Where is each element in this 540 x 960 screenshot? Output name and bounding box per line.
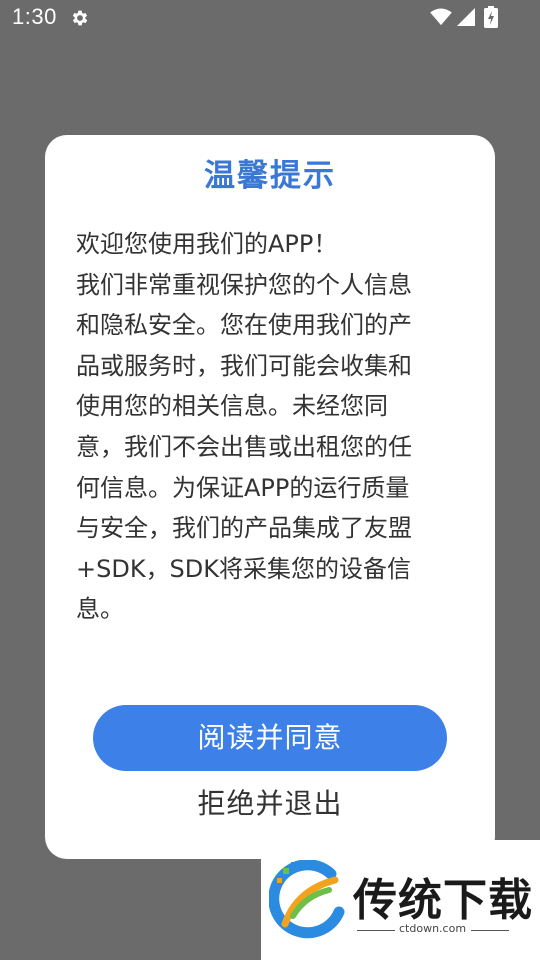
gear-icon (72, 10, 88, 26)
watermark: 传统下载 ctdown.com (261, 840, 540, 960)
watermark-divider-right (471, 930, 509, 931)
watermark-divider-left (357, 930, 395, 931)
battery-charging-icon (484, 6, 498, 28)
agree-button[interactable]: 阅读并同意 (93, 705, 447, 771)
watermark-logo-icon (269, 860, 345, 939)
status-bar: 1:30 (0, 0, 540, 36)
decline-button[interactable]: 拒绝并退出 (93, 782, 447, 826)
dialog-title: 温馨提示 (204, 158, 336, 194)
watermark-title: 传统下载 (353, 875, 533, 926)
dialog-message: 欢迎您使用我们的APP！ 我们非常重视保护您的个人信息 和隐私安全。您在使用我们… (76, 230, 412, 624)
wifi-icon (430, 8, 452, 26)
signal-icon (457, 8, 475, 26)
status-time: 1:30 (12, 4, 57, 29)
watermark-url: ctdown.com (399, 922, 467, 935)
